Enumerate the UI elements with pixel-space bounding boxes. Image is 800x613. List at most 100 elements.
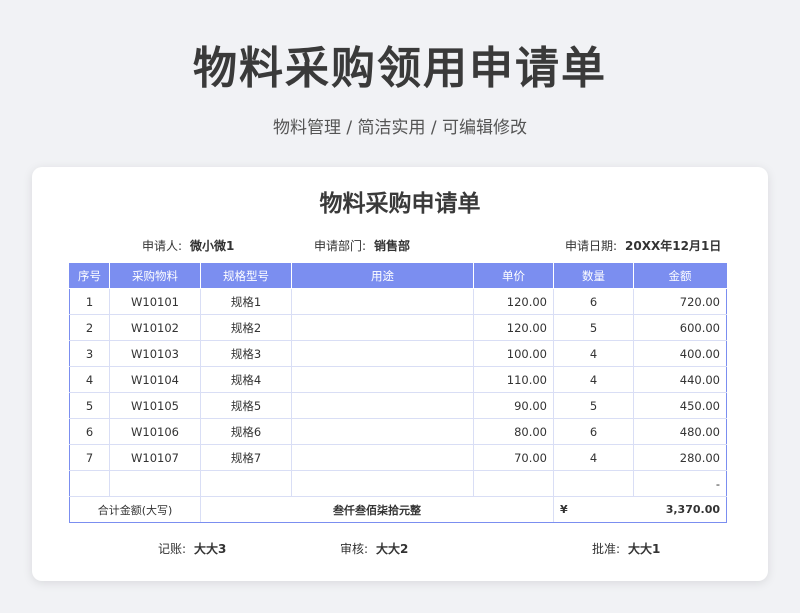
cell-amount[interactable]: 720.00 xyxy=(633,288,727,315)
cell-purpose[interactable] xyxy=(291,418,474,445)
cell-purpose[interactable] xyxy=(291,444,474,471)
purchase-table: 序号 采购物料 规格型号 用途 单价 数量 金额 1 W10101 规格1 12… xyxy=(69,263,727,523)
bookkeeper-value[interactable]: 大大3 xyxy=(194,542,226,556)
cell-quantity[interactable]: 5 xyxy=(553,392,634,419)
cell-index[interactable]: 7 xyxy=(69,444,110,471)
cell-index[interactable]: 5 xyxy=(69,392,110,419)
cell-purpose[interactable] xyxy=(291,470,474,497)
cell-purpose[interactable] xyxy=(291,392,474,419)
cell-material[interactable]: W10103 xyxy=(109,340,201,367)
cell-index[interactable]: 1 xyxy=(69,288,110,315)
cell-index[interactable]: 4 xyxy=(69,366,110,393)
cell-index[interactable]: 6 xyxy=(69,418,110,445)
cell-quantity[interactable]: 4 xyxy=(553,366,634,393)
cell-unit-price[interactable]: 70.00 xyxy=(473,444,554,471)
cell-amount[interactable]: 440.00 xyxy=(633,366,727,393)
cell-unit-price[interactable]: 110.00 xyxy=(473,366,554,393)
table-row: 3 W10103 规格3 100.00 4 400.00 xyxy=(69,340,727,367)
bookkeeper-label: 记账: xyxy=(158,542,187,556)
cell-material[interactable]: W10104 xyxy=(109,366,201,393)
cell-purpose[interactable] xyxy=(291,288,474,315)
reviewer-label: 审核: xyxy=(340,542,369,556)
cell-unit-price[interactable]: 120.00 xyxy=(473,288,554,315)
cell-unit-price[interactable] xyxy=(473,470,554,497)
total-in-words[interactable]: 叁仟叁佰柒拾元整 xyxy=(200,496,554,523)
cell-amount[interactable]: 450.00 xyxy=(633,392,727,419)
header-purpose: 用途 xyxy=(291,263,474,289)
total-amount[interactable]: 3,370.00 xyxy=(633,496,727,523)
page-title: 物料采购领用申请单 xyxy=(193,43,607,94)
cell-purpose[interactable] xyxy=(291,340,474,367)
approver-value[interactable]: 大大1 xyxy=(628,542,660,556)
department-label: 申请部门: xyxy=(314,239,367,253)
form-title: 物料采购申请单 xyxy=(319,191,481,217)
cell-spec[interactable] xyxy=(200,470,292,497)
total-row: 合计金额(大写) 叁仟叁佰柒拾元整 ¥ 3,370.00 xyxy=(69,496,727,523)
cell-material[interactable] xyxy=(109,470,201,497)
cell-amount[interactable]: 280.00 xyxy=(633,444,727,471)
approver-field: 批准: 大大1 xyxy=(592,540,660,557)
table-header-row: 序号 采购物料 规格型号 用途 单价 数量 金额 xyxy=(69,263,727,289)
cell-spec[interactable]: 规格4 xyxy=(200,366,292,393)
cell-amount[interactable]: 600.00 xyxy=(633,314,727,341)
cell-spec[interactable]: 规格7 xyxy=(200,444,292,471)
cell-spec[interactable]: 规格5 xyxy=(200,392,292,419)
cell-quantity[interactable]: 6 xyxy=(553,288,634,315)
cell-unit-price[interactable]: 120.00 xyxy=(473,314,554,341)
reviewer-field: 审核: 大大2 xyxy=(340,540,408,557)
cell-material[interactable]: W10105 xyxy=(109,392,201,419)
header-spec: 规格型号 xyxy=(200,263,292,289)
applicant-label: 申请人: xyxy=(142,239,183,253)
header-index: 序号 xyxy=(69,263,110,289)
table-row: 4 W10104 规格4 110.00 4 440.00 xyxy=(69,366,727,393)
cell-amount[interactable]: 480.00 xyxy=(633,418,727,445)
header-material: 采购物料 xyxy=(109,263,201,289)
table-row-blank: - xyxy=(69,470,727,497)
cell-material[interactable]: W10106 xyxy=(109,418,201,445)
cell-spec[interactable]: 规格2 xyxy=(200,314,292,341)
department-field: 申请部门: 销售部 xyxy=(314,237,410,254)
cell-quantity[interactable]: 6 xyxy=(553,418,634,445)
cell-unit-price[interactable]: 90.00 xyxy=(473,392,554,419)
currency-symbol: ¥ xyxy=(553,496,634,523)
reviewer-value[interactable]: 大大2 xyxy=(376,542,408,556)
cell-material[interactable]: W10107 xyxy=(109,444,201,471)
cell-material[interactable]: W10102 xyxy=(109,314,201,341)
cell-index[interactable]: 2 xyxy=(69,314,110,341)
form-card: 物料采购申请单 申请人: 微小微1 申请部门: 销售部 申请日期: 20XX年12月1… xyxy=(32,167,768,581)
cell-spec[interactable]: 规格3 xyxy=(200,340,292,367)
table-row: 7 W10107 规格7 70.00 4 280.00 xyxy=(69,444,727,471)
cell-material[interactable]: W10101 xyxy=(109,288,201,315)
cell-quantity[interactable] xyxy=(553,470,634,497)
table-row: 2 W10102 规格2 120.00 5 600.00 xyxy=(69,314,727,341)
cell-spec[interactable]: 规格1 xyxy=(200,288,292,315)
department-value[interactable]: 销售部 xyxy=(374,239,410,253)
approver-label: 批准: xyxy=(592,542,621,556)
cell-index[interactable] xyxy=(69,470,110,497)
applicant-field: 申请人: 微小微1 xyxy=(142,237,234,254)
cell-spec[interactable]: 规格6 xyxy=(200,418,292,445)
applicant-value[interactable]: 微小微1 xyxy=(190,239,234,253)
cell-amount[interactable]: 400.00 xyxy=(633,340,727,367)
cell-purpose[interactable] xyxy=(291,366,474,393)
cell-amount[interactable]: - xyxy=(633,470,727,497)
total-label: 合计金额(大写) xyxy=(69,496,201,523)
cell-unit-price[interactable]: 100.00 xyxy=(473,340,554,367)
cell-unit-price[interactable]: 80.00 xyxy=(473,418,554,445)
cell-quantity[interactable]: 4 xyxy=(553,444,634,471)
cell-quantity[interactable]: 4 xyxy=(553,340,634,367)
bookkeeper-field: 记账: 大大3 xyxy=(158,540,226,557)
header-unit-price: 单价 xyxy=(473,263,554,289)
date-field: 申请日期: 20XX年12月1日 xyxy=(565,237,721,254)
cell-index[interactable]: 3 xyxy=(69,340,110,367)
cell-quantity[interactable]: 5 xyxy=(553,314,634,341)
page-subtitle: 物料管理 / 简洁实用 / 可编辑修改 xyxy=(272,118,528,138)
cell-purpose[interactable] xyxy=(291,314,474,341)
header-amount: 金额 xyxy=(633,263,727,289)
header-quantity: 数量 xyxy=(553,263,634,289)
date-label: 申请日期: xyxy=(565,239,618,253)
table-row: 1 W10101 规格1 120.00 6 720.00 xyxy=(69,288,727,315)
date-value[interactable]: 20XX年12月1日 xyxy=(625,239,721,253)
table-row: 5 W10105 规格5 90.00 5 450.00 xyxy=(69,392,727,419)
table-row: 6 W10106 规格6 80.00 6 480.00 xyxy=(69,418,727,445)
